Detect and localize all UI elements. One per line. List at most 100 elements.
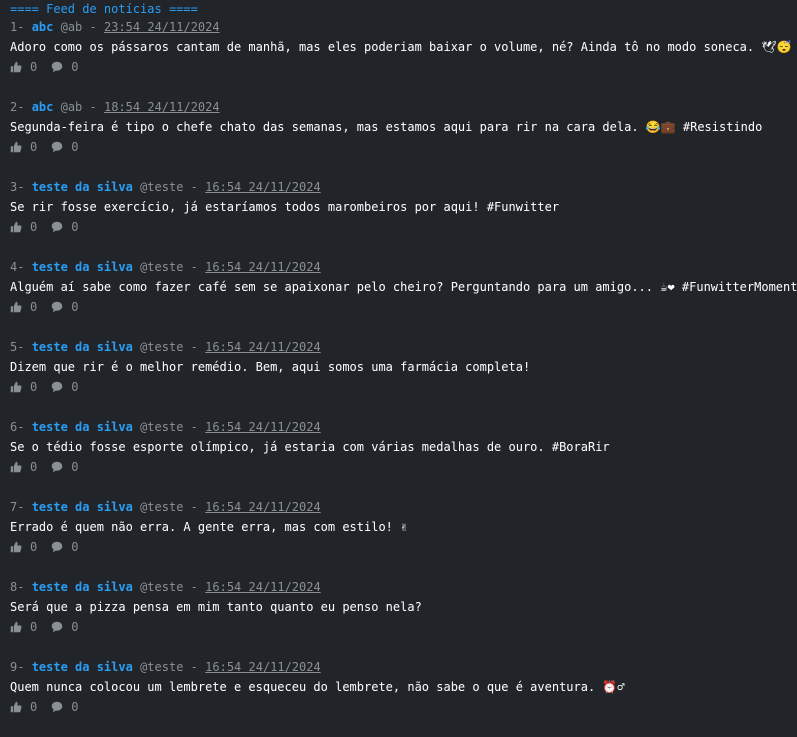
like-button[interactable]: 0 [10, 537, 37, 557]
like-count: 0 [30, 620, 38, 634]
post-timestamp[interactable]: 16:54 24/11/2024 [205, 340, 321, 354]
comment-icon [51, 141, 63, 153]
post-meta: 8- teste da silva @teste - 16:54 24/11/2… [10, 577, 797, 597]
comment-count: 0 [71, 300, 79, 314]
author-name[interactable]: abc [32, 20, 54, 34]
author-handle: @teste [140, 660, 184, 674]
like-button[interactable]: 0 [10, 297, 37, 317]
like-count: 0 [30, 380, 38, 394]
comment-icon [51, 381, 63, 393]
post-number: 4- [10, 260, 25, 274]
meta-separator: - [190, 580, 198, 594]
post-timestamp[interactable]: 16:54 24/11/2024 [205, 420, 321, 434]
comment-button[interactable]: 0 [51, 57, 78, 77]
feed-header: ==== Feed de notícias ==== [10, 2, 198, 16]
post: 7- teste da silva @teste - 16:54 24/11/2… [10, 497, 797, 577]
post-text: Será que a pizza pensa em mim tanto quan… [10, 600, 422, 614]
post-timestamp[interactable]: 16:54 24/11/2024 [205, 580, 321, 594]
comment-button[interactable]: 0 [51, 377, 78, 397]
post-meta: 6- teste da silva @teste - 16:54 24/11/2… [10, 417, 797, 437]
post: 6- teste da silva @teste - 16:54 24/11/2… [10, 417, 797, 497]
like-button[interactable]: 0 [10, 137, 37, 157]
author-handle: @teste [140, 500, 184, 514]
post-timestamp[interactable]: 16:54 24/11/2024 [205, 260, 321, 274]
comment-button[interactable]: 0 [51, 217, 78, 237]
like-button[interactable]: 0 [10, 697, 37, 717]
post-actions: 0 0 [10, 537, 797, 557]
post: 4- teste da silva @teste - 16:54 24/11/2… [10, 257, 797, 337]
comment-button[interactable]: 0 [51, 137, 78, 157]
post: 1- abc @ab - 23:54 24/11/2024 Adoro como… [10, 17, 797, 97]
post-number: 2- [10, 100, 25, 114]
like-button[interactable]: 0 [10, 217, 37, 237]
meta-separator: - [89, 100, 97, 114]
author-name[interactable]: teste da silva [32, 420, 133, 434]
comment-count: 0 [71, 60, 79, 74]
like-count: 0 [30, 540, 38, 554]
post-actions: 0 0 [10, 57, 797, 77]
thumbs-up-icon [10, 301, 22, 313]
post-number: 8- [10, 580, 25, 594]
post-number: 9- [10, 660, 25, 674]
post-timestamp[interactable]: 16:54 24/11/2024 [205, 180, 321, 194]
meta-separator: - [190, 660, 198, 674]
author-handle: @teste [140, 340, 184, 354]
thumbs-up-icon [10, 541, 22, 553]
author-name[interactable]: teste da silva [32, 500, 133, 514]
comment-icon [51, 621, 63, 633]
like-button[interactable]: 0 [10, 617, 37, 637]
post-actions: 0 0 [10, 617, 797, 637]
comment-button[interactable]: 0 [51, 697, 78, 717]
author-handle: @teste [140, 420, 184, 434]
post-text: Alguém aí sabe como fazer café sem se ap… [10, 280, 797, 294]
post-meta: 1- abc @ab - 23:54 24/11/2024 [10, 17, 797, 37]
post-list: 1- abc @ab - 23:54 24/11/2024 Adoro como… [10, 17, 797, 737]
comment-count: 0 [71, 460, 79, 474]
author-handle: @teste [140, 180, 184, 194]
post-meta: 4- teste da silva @teste - 16:54 24/11/2… [10, 257, 797, 277]
like-count: 0 [30, 460, 38, 474]
post-text: Dizem que rir é o melhor remédio. Bem, a… [10, 360, 531, 374]
post-timestamp[interactable]: 16:54 24/11/2024 [205, 660, 321, 674]
post-meta: 3- teste da silva @teste - 16:54 24/11/2… [10, 177, 797, 197]
like-button[interactable]: 0 [10, 377, 37, 397]
post: 3- teste da silva @teste - 16:54 24/11/2… [10, 177, 797, 257]
comment-icon [51, 61, 63, 73]
like-button[interactable]: 0 [10, 457, 37, 477]
thumbs-up-icon [10, 221, 22, 233]
comment-button[interactable]: 0 [51, 617, 78, 637]
post-meta: 5- teste da silva @teste - 16:54 24/11/2… [10, 337, 797, 357]
comment-button[interactable]: 0 [51, 457, 78, 477]
author-name[interactable]: teste da silva [32, 580, 133, 594]
news-feed: ==== Feed de notícias ==== 1- abc @ab - … [0, 1, 797, 737]
comment-button[interactable]: 0 [51, 537, 78, 557]
post-actions: 0 0 [10, 137, 797, 157]
author-name[interactable]: teste da silva [32, 180, 133, 194]
comment-count: 0 [71, 540, 79, 554]
author-name[interactable]: teste da silva [32, 340, 133, 354]
post-text: Errado é quem não erra. A gente erra, ma… [10, 520, 408, 534]
post-text: Se o tédio fosse esporte olímpico, já es… [10, 440, 610, 454]
post-actions: 0 0 [10, 457, 797, 477]
author-name[interactable]: teste da silva [32, 660, 133, 674]
post-timestamp[interactable]: 18:54 24/11/2024 [104, 100, 220, 114]
thumbs-up-icon [10, 141, 22, 153]
comment-icon [51, 701, 63, 713]
post-number: 1- [10, 20, 25, 34]
like-button[interactable]: 0 [10, 57, 37, 77]
post-actions: 0 0 [10, 217, 797, 237]
post: 9- teste da silva @teste - 16:54 24/11/2… [10, 657, 797, 737]
thumbs-up-icon [10, 621, 22, 633]
author-name[interactable]: abc [32, 100, 54, 114]
post: 2- abc @ab - 18:54 24/11/2024 Segunda-fe… [10, 97, 797, 177]
comment-button[interactable]: 0 [51, 297, 78, 317]
post-text: Segunda-feira é tipo o chefe chato das s… [10, 120, 763, 134]
meta-separator: - [89, 20, 97, 34]
post-timestamp[interactable]: 23:54 24/11/2024 [104, 20, 220, 34]
author-name[interactable]: teste da silva [32, 260, 133, 274]
post-timestamp[interactable]: 16:54 24/11/2024 [205, 500, 321, 514]
comment-count: 0 [71, 380, 79, 394]
comment-icon [51, 541, 63, 553]
post-meta: 7- teste da silva @teste - 16:54 24/11/2… [10, 497, 797, 517]
meta-separator: - [190, 500, 198, 514]
